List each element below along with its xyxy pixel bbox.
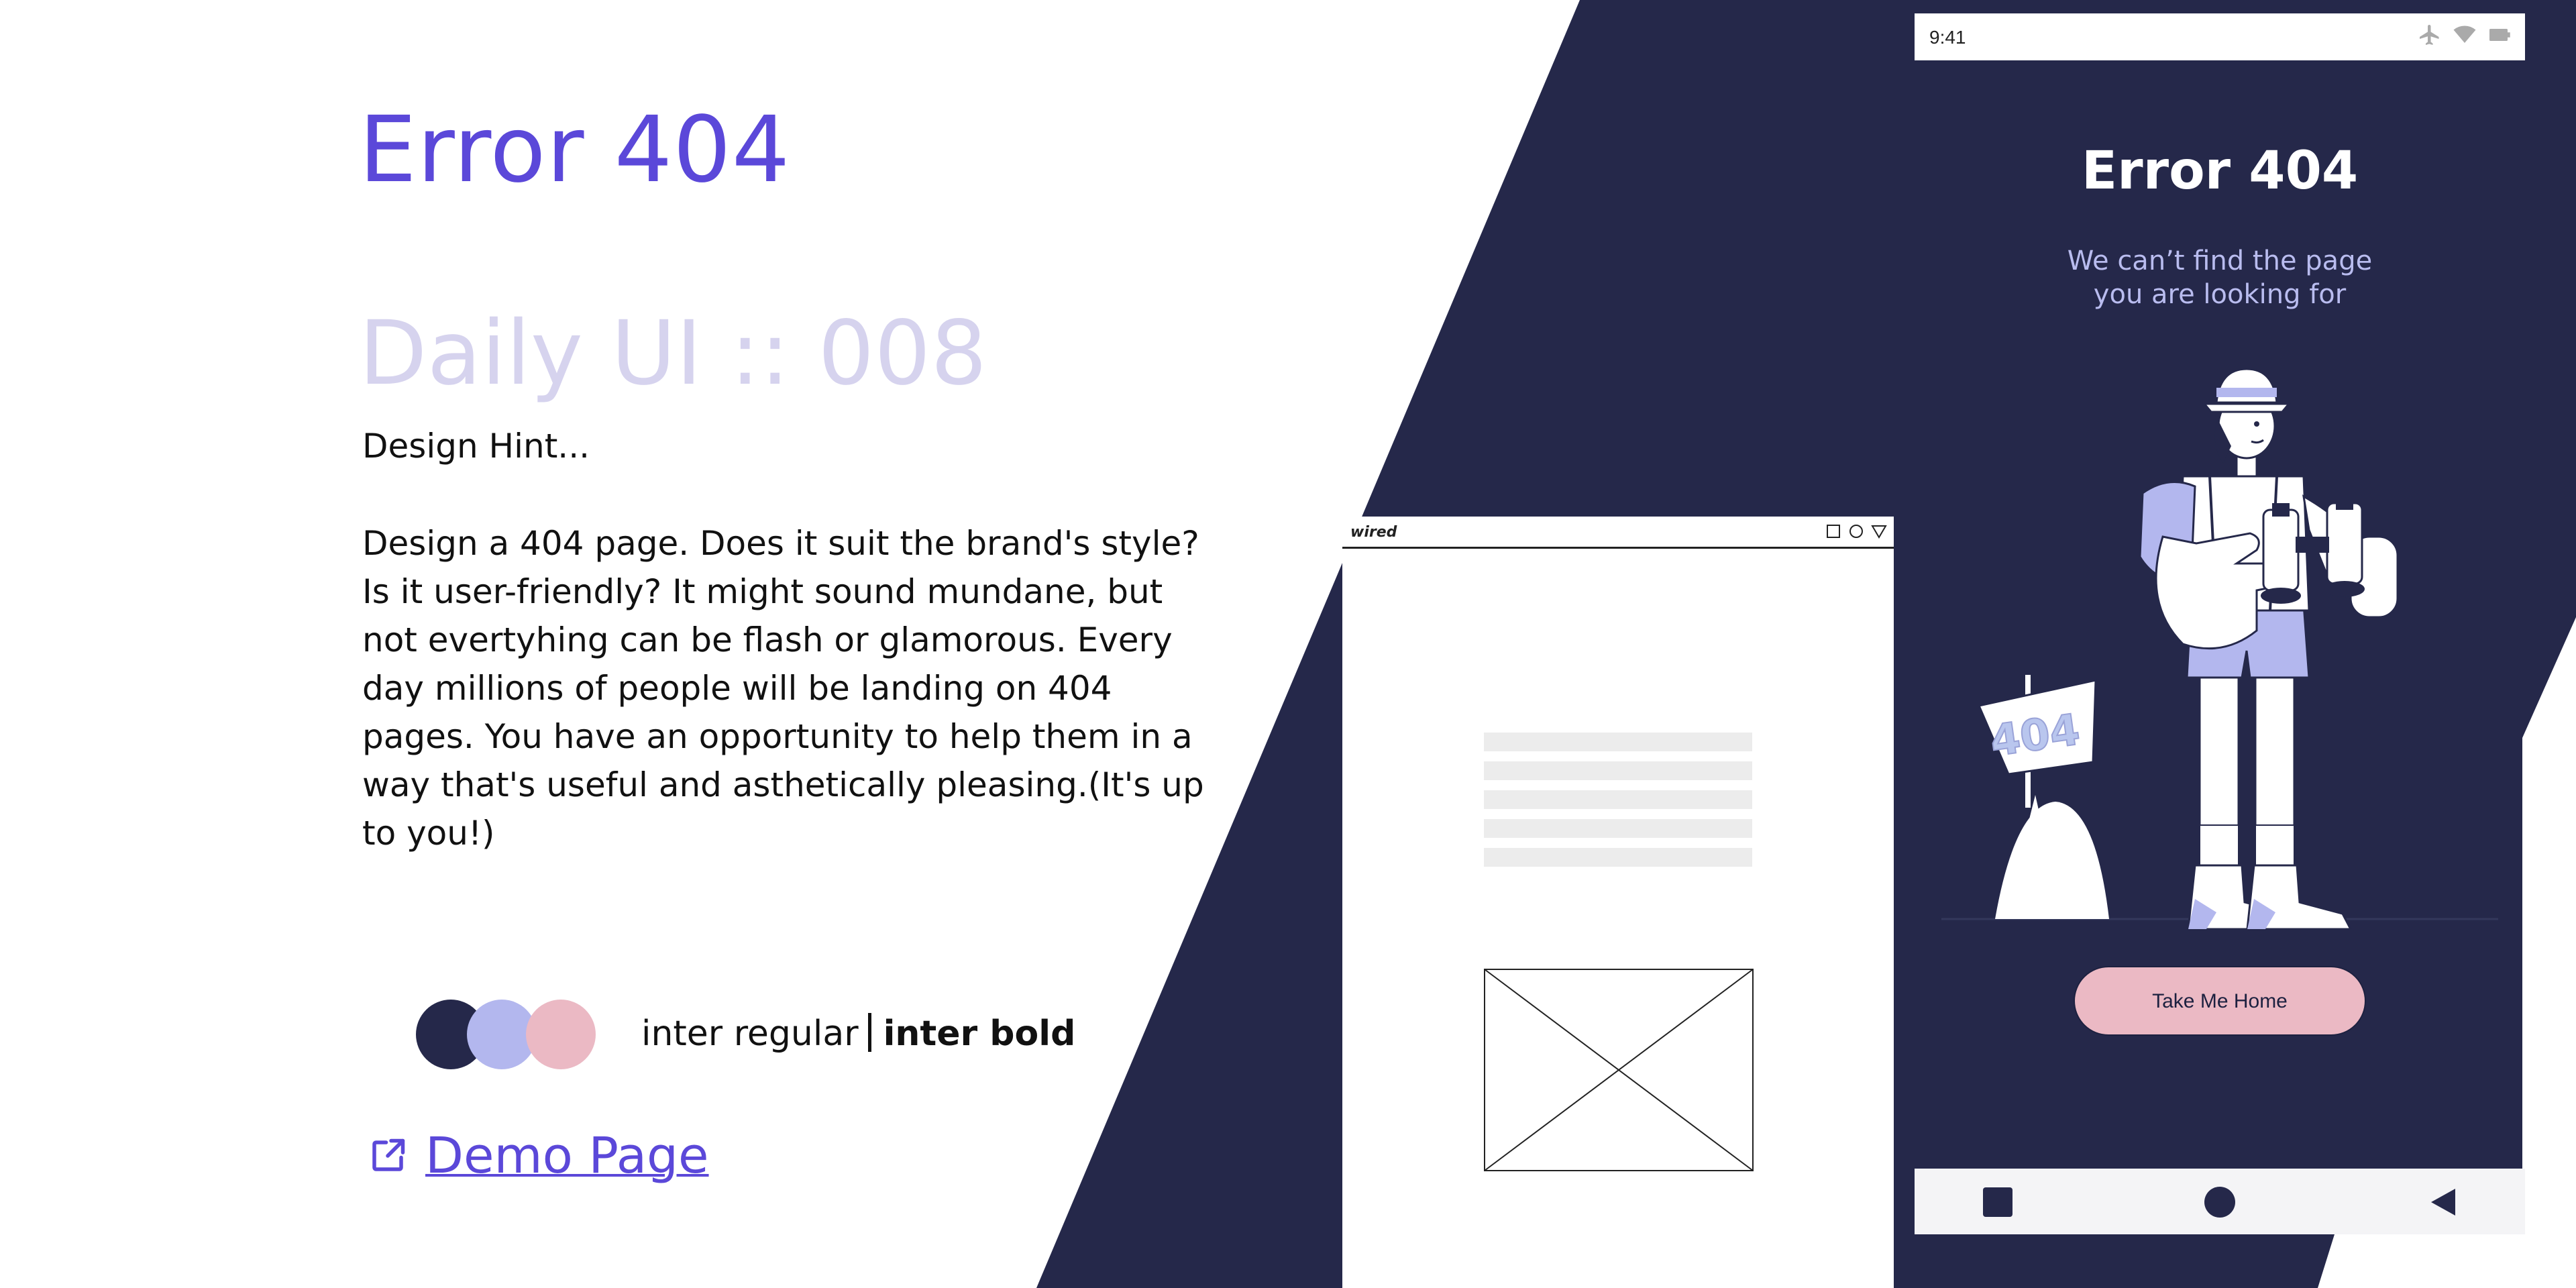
status-icons <box>2418 23 2512 47</box>
page-title: Error 404 <box>359 97 791 203</box>
home-circle-icon[interactable] <box>2204 1186 2236 1218</box>
wireframe-window-controls <box>1825 523 1887 539</box>
font-specimen: inter regular inter bold <box>641 1013 1075 1054</box>
external-link-icon <box>372 1138 405 1171</box>
wireframe-text-line <box>1484 733 1752 751</box>
design-hint-body: Design a 404 page. Does it suit the bran… <box>362 524 1204 853</box>
status-bar: 9:41 <box>1915 13 2525 60</box>
wireframe-text-line <box>1484 819 1752 838</box>
design-hint-heading: Design Hint... <box>362 427 590 466</box>
android-navigation-bar <box>1915 1169 2525 1234</box>
triangle-icon[interactable] <box>1871 523 1887 539</box>
wireframe-text-line <box>1484 761 1752 780</box>
wireframe-image-placeholder <box>1484 969 1754 1171</box>
error-subtitle: We can’t find the page you are looking f… <box>1915 244 2525 311</box>
wireframe-browser: wired <box>1342 517 1894 1288</box>
error-subtitle-line1: We can’t find the page <box>2067 246 2373 276</box>
font-regular-label: inter regular <box>641 1014 859 1054</box>
square-icon[interactable] <box>1825 523 1841 539</box>
back-triangle-icon[interactable] <box>2427 1186 2459 1218</box>
swatch-pink <box>526 1000 596 1069</box>
explorer-with-binoculars-illustration: 404 <box>1941 368 2498 930</box>
recents-square-icon[interactable] <box>1982 1186 2014 1218</box>
wifi-icon <box>2453 25 2476 43</box>
challenge-title: Daily UI :: 008 <box>359 302 987 405</box>
phone-mockup: 9:41 Error 404 We can’t find the page yo… <box>1915 13 2525 1234</box>
wireframe-titlebar: wired <box>1342 517 1894 549</box>
error-title: Error 404 <box>2081 141 2359 201</box>
wireframe-text-line <box>1484 848 1752 867</box>
wireframe-text-line <box>1484 790 1752 809</box>
status-time: 9:41 <box>1929 27 1966 48</box>
airplane-icon <box>2420 25 2439 45</box>
take-me-home-button[interactable]: Take Me Home <box>2074 966 2366 1036</box>
battery-icon <box>2489 29 2510 41</box>
font-separator <box>867 1013 871 1052</box>
left-info-panel: Error 404 Daily UI :: 008 Design Hint...… <box>0 0 1275 1288</box>
circle-icon[interactable] <box>1848 523 1864 539</box>
error-subtitle-line2: you are looking for <box>2093 279 2347 310</box>
wireframe-logo: wired <box>1350 524 1397 541</box>
demo-link-label: Demo Page <box>425 1127 709 1185</box>
font-bold-label: inter bold <box>883 1014 1076 1054</box>
color-palette <box>362 1000 604 1073</box>
demo-page-link[interactable]: Demo Page <box>368 1127 709 1185</box>
